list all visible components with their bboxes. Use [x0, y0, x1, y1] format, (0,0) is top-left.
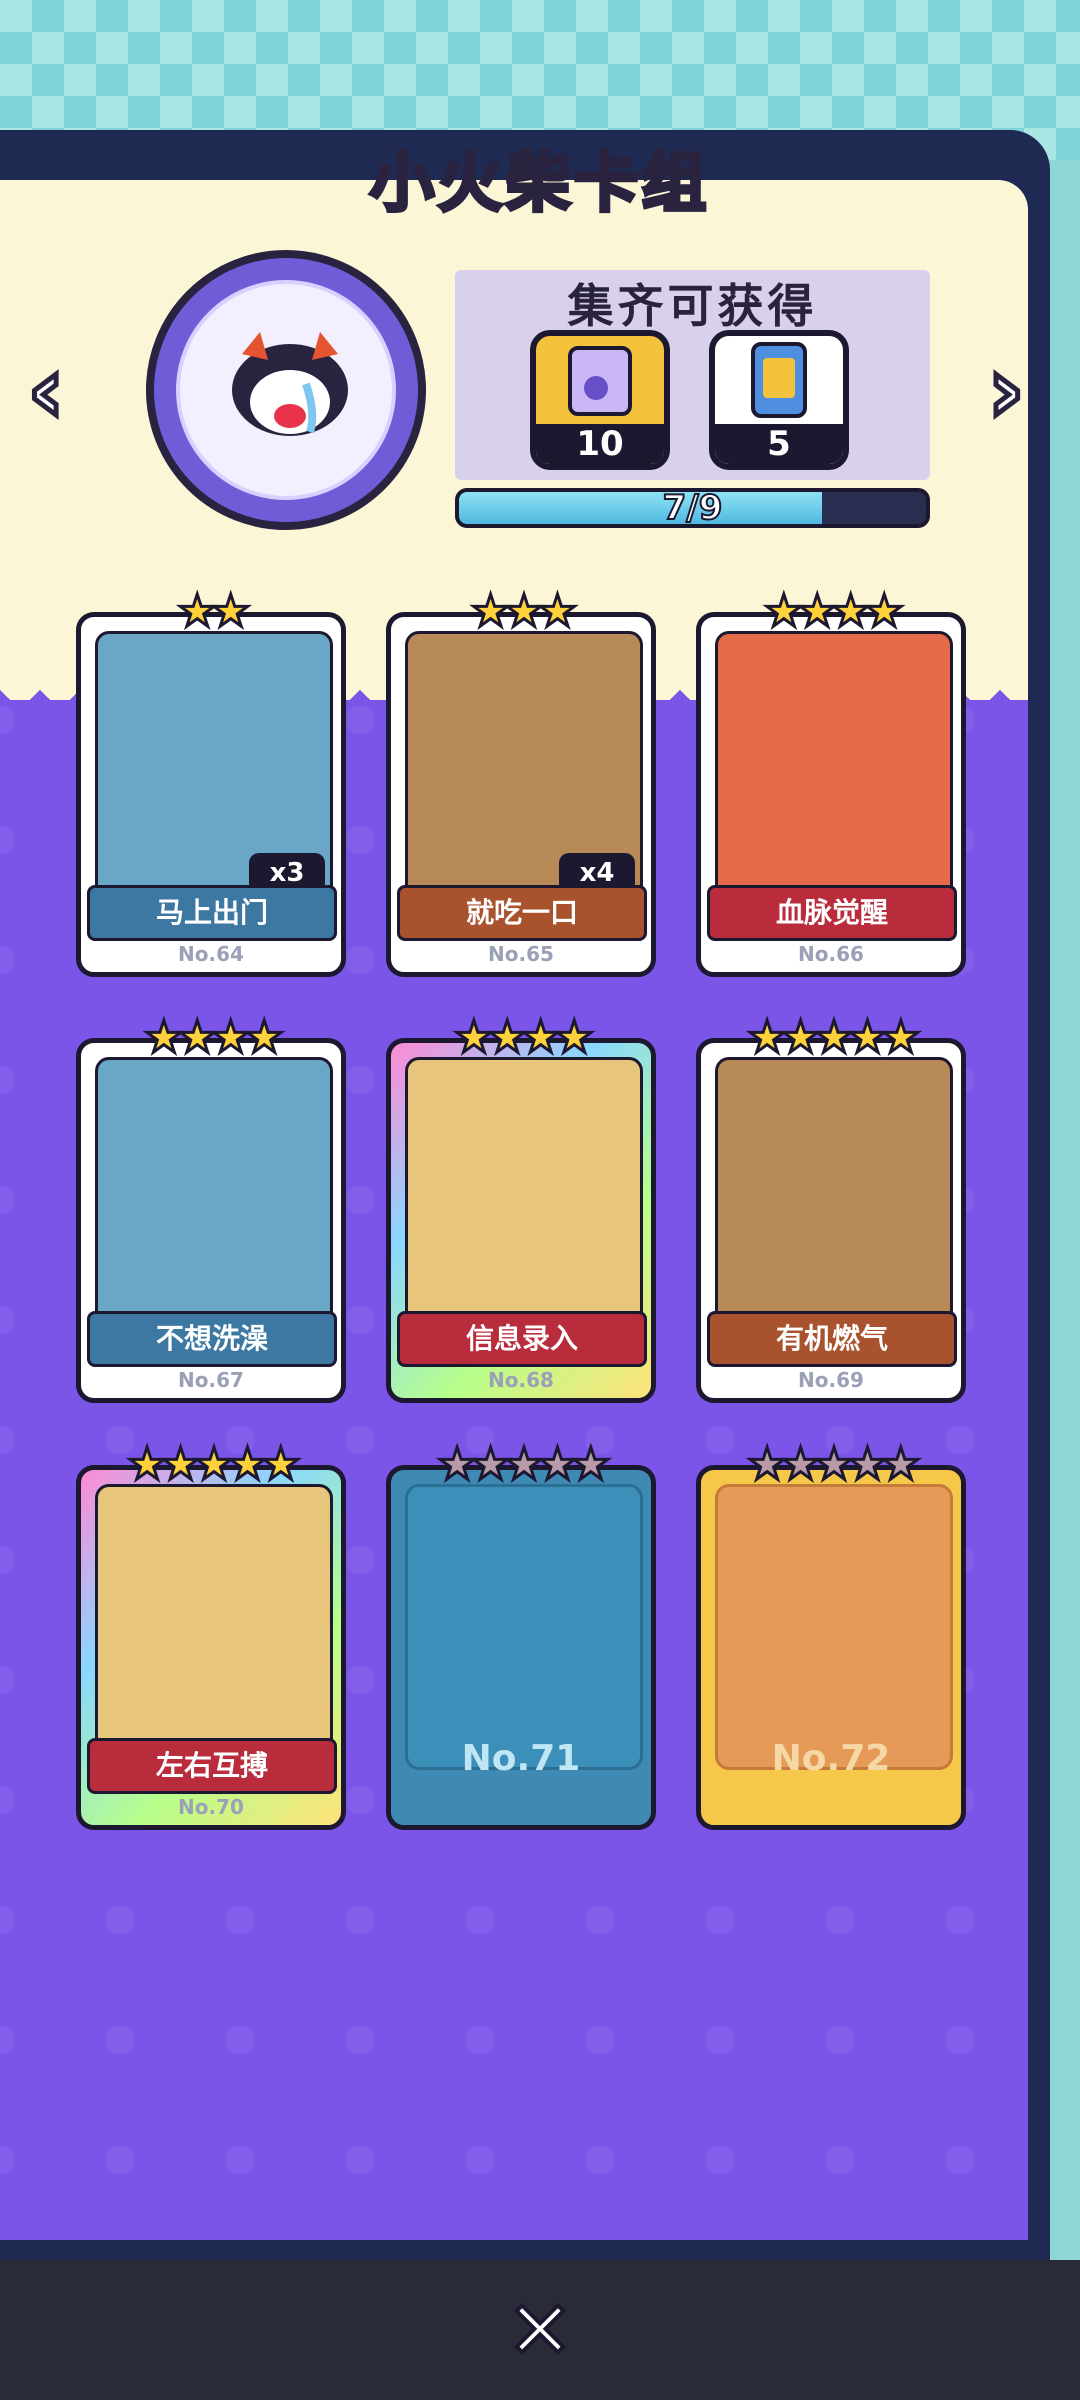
reward-dice-box[interactable]: 10: [530, 330, 670, 470]
card-65[interactable]: x4 就吃一口 No.65 ★★★: [386, 585, 656, 977]
card-stars: ★★★★: [453, 1011, 596, 1065]
card-64[interactable]: x3 马上出门 No.64 ★★: [76, 585, 346, 977]
card-frame: 血脉觉醒 No.66: [696, 612, 966, 977]
card-stars: ★★★★★: [746, 1011, 922, 1065]
card-frame: 左右互搏 No.70: [76, 1465, 346, 1830]
card-number: No.67: [178, 1368, 244, 1392]
set-badge: [146, 250, 426, 530]
card-name: 不想洗澡: [87, 1311, 337, 1367]
card-art: [405, 1057, 643, 1343]
card-number: No.64: [178, 942, 244, 966]
reward-heading: 集齐可获得: [567, 279, 818, 333]
card-67[interactable]: 不想洗澡 No.67 ★★★★: [76, 1011, 346, 1403]
card-69[interactable]: 有机燃气 No.69 ★★★★★: [696, 1011, 966, 1403]
card-frame: 有机燃气 No.69: [696, 1038, 966, 1403]
card-stars: ★★★★★: [436, 1438, 612, 1492]
card-frame: No.72: [696, 1465, 966, 1830]
card-stars: ★★★★★: [126, 1438, 302, 1492]
card-66[interactable]: 血脉觉醒 No.66 ★★★★: [696, 585, 966, 977]
reward-count: 10: [536, 424, 664, 464]
reward-card-pack[interactable]: 5: [709, 330, 849, 470]
card-name: 信息录入: [397, 1311, 647, 1367]
next-set-button[interactable]: ›: [966, 335, 1046, 445]
card-name: 左右互搏: [87, 1738, 337, 1794]
card-frame: x3 马上出门 No.64: [76, 612, 346, 977]
locked-card-art: [715, 1484, 953, 1770]
card-frame: x4 就吃一口 No.65: [386, 612, 656, 977]
card-frame: 信息录入 No.68: [386, 1038, 656, 1403]
card-71-locked[interactable]: No.71 ★★★★★: [386, 1438, 656, 1830]
dice-box-icon: [568, 346, 632, 416]
progress-text: 7/9: [662, 488, 724, 528]
card-name: 血脉觉醒: [707, 885, 957, 941]
card-stars: ★★★★: [143, 1011, 286, 1065]
card-68[interactable]: 信息录入 No.68 ★★★★: [386, 1011, 656, 1403]
page-title: 小火柴卡组: [368, 145, 710, 223]
card-stars: ★★★★★: [746, 1438, 922, 1492]
close-button[interactable]: ✕: [500, 2282, 580, 2379]
shiba-face-icon: [232, 332, 348, 436]
card-70[interactable]: 左右互搏 No.70 ★★★★★: [76, 1438, 346, 1830]
card-frame: 不想洗澡 No.67: [76, 1038, 346, 1403]
card-stars: ★★: [176, 585, 252, 639]
card-frame: No.71: [386, 1465, 656, 1830]
card-number: No.66: [798, 942, 864, 966]
card-art: [95, 1484, 333, 1770]
completion-reward-box: 集齐可获得 10 5: [455, 270, 930, 480]
card-name: 就吃一口: [397, 885, 647, 941]
card-name: 有机燃气: [707, 1311, 957, 1367]
locked-card-art: [405, 1484, 643, 1770]
card-name: 马上出门: [87, 885, 337, 941]
card-art: [715, 1057, 953, 1343]
card-pack-icon: [751, 342, 807, 418]
card-art: [95, 1057, 333, 1343]
card-art: [715, 631, 953, 917]
card-number: No.71: [461, 1738, 581, 1779]
card-stars: ★★★★: [763, 585, 906, 639]
collection-progress-bar: 7/9: [455, 488, 930, 528]
badge-inner: [176, 280, 396, 500]
card-72-locked[interactable]: No.72 ★★★★★: [696, 1438, 966, 1830]
card-number: No.69: [798, 1368, 864, 1392]
prev-set-button[interactable]: ‹: [6, 335, 86, 445]
card-number: No.70: [178, 1795, 244, 1819]
card-number: No.65: [488, 942, 554, 966]
card-number: No.68: [488, 1368, 554, 1392]
card-stars: ★★★: [469, 585, 578, 639]
reward-count: 5: [715, 424, 843, 464]
card-number: No.72: [771, 1738, 891, 1779]
